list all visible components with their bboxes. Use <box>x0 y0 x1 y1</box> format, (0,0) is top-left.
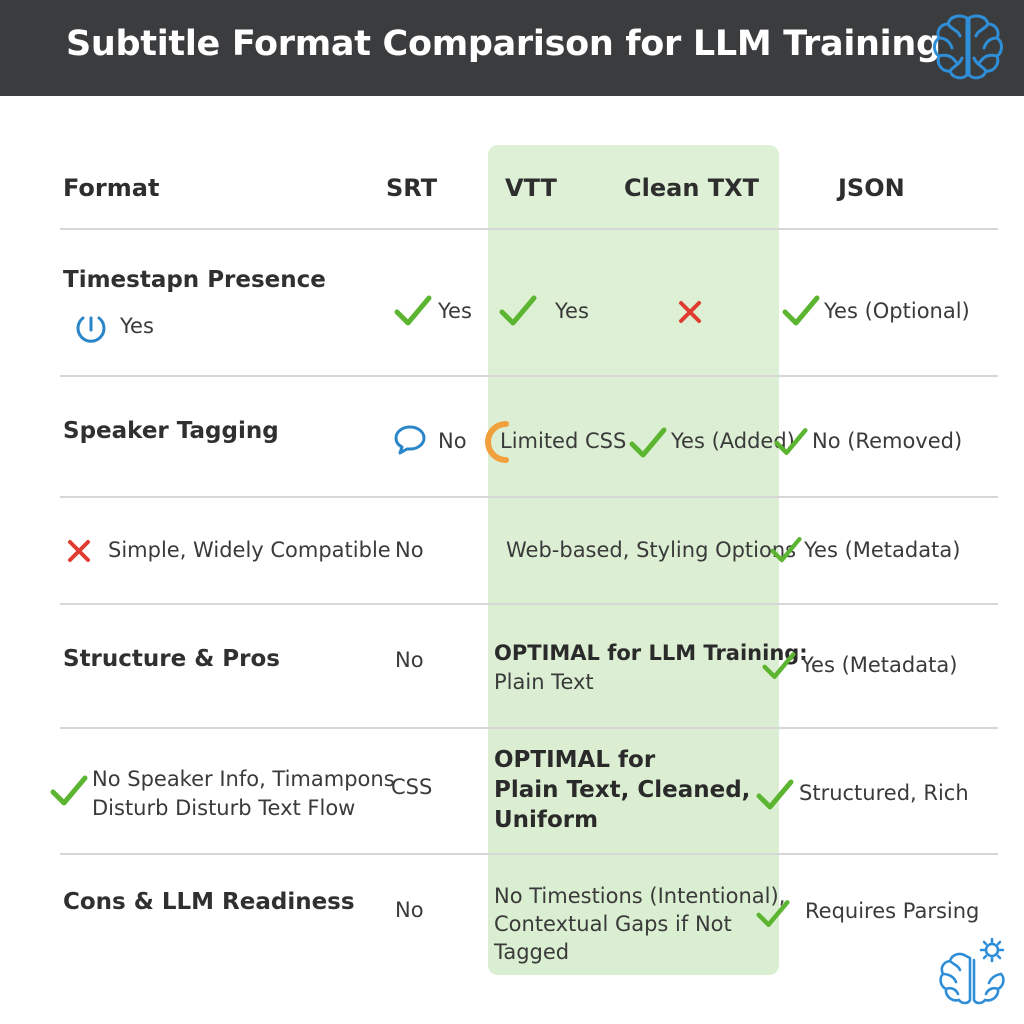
page-title: Subtitle Format Comparison for LLM Train… <box>66 24 941 64</box>
json-value: Yes (Optional) <box>824 299 970 323</box>
json-value: Requires Parsing <box>805 899 980 923</box>
brain-icon <box>933 14 1003 80</box>
row-label-line2: Disturb Disturb Text Flow <box>92 796 356 820</box>
row-label: Structure & Pros <box>63 646 280 672</box>
row-divider <box>60 228 998 230</box>
optimal-text-line1: OPTIMAL for LLM Training: <box>494 641 808 665</box>
clean-txt-line2: Contextual Gaps if Not <box>494 912 732 936</box>
column-header-srt: SRT <box>386 174 438 202</box>
row-label: Speaker Tagging <box>63 418 279 444</box>
speech-bubble-icon <box>394 425 426 455</box>
row-label: Simple, Widely Compatible <box>108 538 391 562</box>
column-header-clean-txt: Clean TXT <box>624 174 759 202</box>
json-value: No (Removed) <box>812 429 963 453</box>
title-bar: Subtitle Format Comparison for LLM Train… <box>0 0 1024 96</box>
row-divider <box>60 375 998 377</box>
column-header-json: JSON <box>838 174 905 202</box>
brain-gear-icon <box>939 937 1005 1005</box>
json-value: Yes (Metadata) <box>804 538 961 562</box>
check-icon <box>629 427 667 458</box>
row-label: Cons & LLM Readiness <box>63 889 355 915</box>
srt-value: No <box>395 648 424 672</box>
vtt-value: Web-based, Styling Options <box>506 538 797 562</box>
row-divider <box>60 496 998 498</box>
row-divider <box>60 853 998 855</box>
clean-txt-line3: Tagged <box>494 940 570 964</box>
optimal-text-line2: Plain Text <box>494 670 594 694</box>
check-icon <box>770 536 802 563</box>
check-icon <box>499 295 537 326</box>
row-sub-value: Yes <box>120 314 154 338</box>
column-header-vtt: VTT <box>505 174 557 202</box>
srt-value: No <box>395 898 424 922</box>
srt-value: No <box>438 429 467 453</box>
json-value: Yes (Metadata) <box>801 653 958 677</box>
json-value: Structured, Rich <box>799 781 969 805</box>
vtt-value: Limited CSS <box>500 429 627 453</box>
check-icon <box>756 900 790 927</box>
row-divider <box>60 727 998 729</box>
srt-value: Yes <box>438 299 472 323</box>
check-icon <box>782 295 820 326</box>
srt-value: No <box>395 538 424 562</box>
srt-value: CSS <box>391 775 433 799</box>
row-label: Timestapn Presence <box>63 267 326 293</box>
cross-icon <box>68 540 90 562</box>
check-icon <box>756 779 794 810</box>
check-icon <box>50 775 88 806</box>
vtt-value: Yes <box>555 299 589 323</box>
row-label-line1: No Speaker Info, Timampons <box>92 767 395 791</box>
clock-icon <box>76 316 106 343</box>
check-icon <box>394 295 432 326</box>
check-icon <box>774 428 808 455</box>
optimal-text-line3: Uniform <box>494 807 599 833</box>
optimal-text-line1: OPTIMAL for <box>494 747 656 773</box>
check-icon <box>762 652 796 679</box>
cross-icon <box>679 301 701 323</box>
optimal-text-line2: Plain Text, Cleaned, <box>494 777 751 803</box>
clean-txt-line1: No Timestions (Intentional), <box>494 884 786 908</box>
row-divider <box>60 603 998 605</box>
column-header-format: Format <box>63 174 160 202</box>
